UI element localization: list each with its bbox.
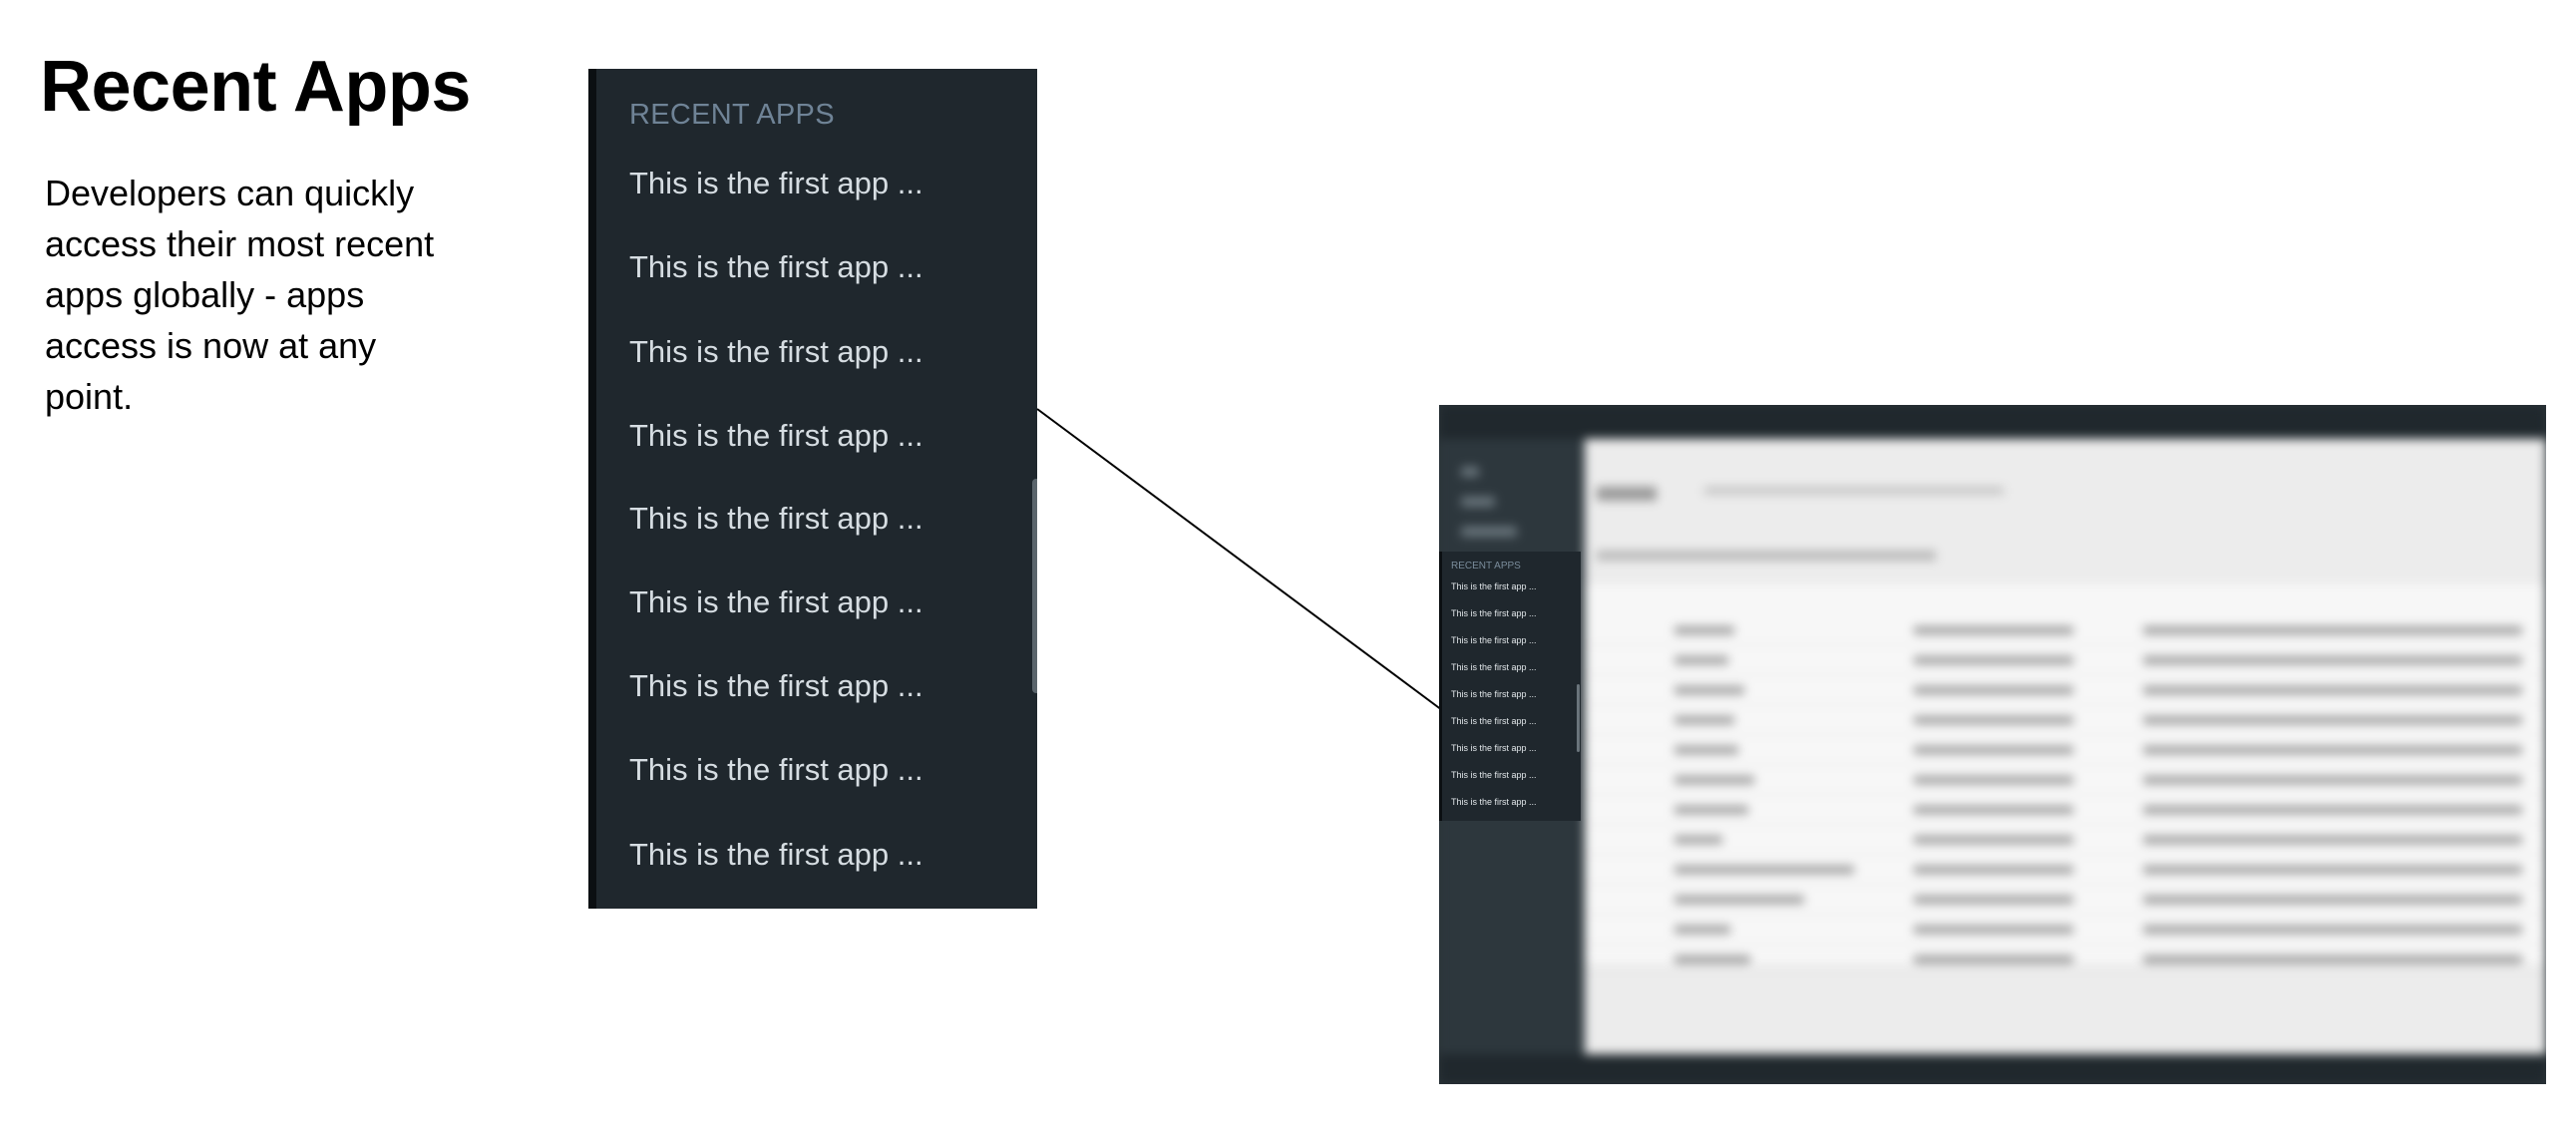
page-title: Recent Apps: [40, 47, 471, 127]
recent-app-item[interactable]: This is the first app ...: [629, 837, 923, 873]
recent-app-item[interactable]: This is the first app ...: [1451, 662, 1537, 672]
recent-apps-panel-mini: RECENT APPS This is the first app ... Th…: [1439, 552, 1581, 821]
recent-app-item[interactable]: This is the first app ...: [1451, 689, 1537, 699]
recent-app-item[interactable]: This is the first app ...: [629, 668, 923, 704]
recent-app-item[interactable]: This is the first app ...: [629, 418, 923, 454]
recent-app-item[interactable]: This is the first app ...: [1451, 608, 1537, 618]
recent-apps-heading: RECENT APPS: [629, 99, 835, 131]
app-topbar: [1439, 405, 2546, 439]
recent-app-item[interactable]: This is the first app ...: [1451, 581, 1537, 591]
app-screenshot: RECENT APPS This is the first app ... Th…: [1439, 405, 2546, 1084]
recent-app-item[interactable]: This is the first app ...: [629, 584, 923, 620]
recent-app-item[interactable]: This is the first app ...: [1451, 743, 1537, 753]
app-content: [1585, 439, 2546, 1054]
recent-apps-heading: RECENT APPS: [1451, 561, 1521, 572]
recent-apps-scrollbar[interactable]: [1577, 684, 1580, 752]
recent-app-item[interactable]: This is the first app ...: [629, 752, 923, 788]
recent-app-item[interactable]: This is the first app ...: [1451, 770, 1537, 780]
recent-app-item[interactable]: This is the first app ...: [1451, 797, 1537, 807]
recent-app-item[interactable]: This is the first app ...: [629, 501, 923, 537]
recent-app-item[interactable]: This is the first app ...: [1451, 635, 1537, 645]
page-description: Developers can quickly access their most…: [45, 173, 435, 417]
recent-app-item[interactable]: This is the first app ...: [629, 334, 923, 370]
recent-apps-panel-zoomed: RECENT APPS This is the first app ... Th…: [588, 69, 1037, 909]
recent-app-item[interactable]: This is the first app ...: [629, 249, 923, 285]
app-bottombar: [1439, 1054, 2546, 1084]
blurred-app-background: [1439, 405, 2546, 1084]
recent-app-item[interactable]: This is the first app ...: [629, 166, 923, 201]
recent-apps-scrollbar[interactable]: [1032, 479, 1037, 693]
recent-app-item[interactable]: This is the first app ...: [1451, 716, 1537, 726]
